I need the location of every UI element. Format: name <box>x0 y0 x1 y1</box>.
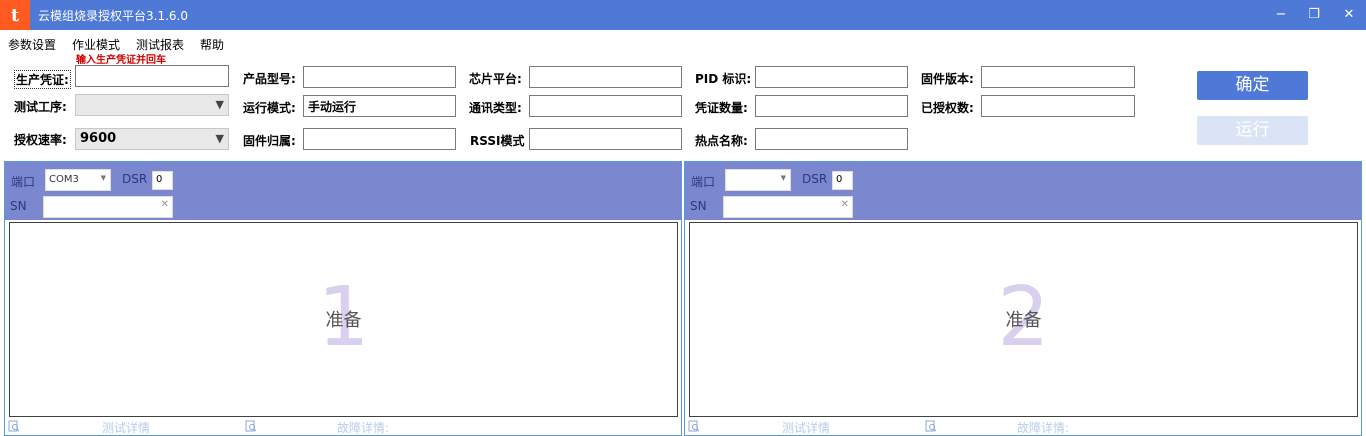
panel-footer: 测试详情 故障详情: <box>685 418 1361 436</box>
app-logo: t <box>0 0 30 30</box>
sn-label: SN <box>10 199 27 213</box>
chip-platform-input[interactable] <box>529 66 682 88</box>
dsr-value: 0 <box>832 171 853 190</box>
dsr-value: 0 <box>152 171 173 190</box>
search-doc-icon[interactable] <box>925 420 937 432</box>
chevron-down-icon: ▼ <box>100 174 106 182</box>
hotspot-name-input[interactable] <box>755 128 908 150</box>
rssi-mode-input[interactable] <box>529 128 682 150</box>
chevron-down-icon: ▼ <box>215 132 224 145</box>
port-label: 端口 <box>691 175 716 189</box>
station-status: 准备 <box>1005 310 1042 331</box>
run-mode-input[interactable]: 手动运行 <box>303 95 456 117</box>
panel-display: 2 准备 <box>689 222 1358 417</box>
clear-icon[interactable]: ✕ <box>161 199 169 210</box>
auth-rate-select[interactable]: 9600 ▼ <box>75 128 229 150</box>
fault-detail-link[interactable]: 故障详情: <box>337 419 389 436</box>
menu-params-settings[interactable]: 参数设置 <box>8 36 56 53</box>
product-model-label: 产品型号: <box>243 72 296 86</box>
sn-label: SN <box>690 199 707 213</box>
menu-help[interactable]: 帮助 <box>200 36 224 53</box>
hotspot-name-label: 热点名称: <box>695 134 748 148</box>
cert-count-input[interactable] <box>755 95 908 117</box>
minimize-button[interactable]: − <box>1272 6 1290 24</box>
panel-display: 1 准备 <box>9 222 678 417</box>
production-cert-label: 生产凭证: <box>14 70 71 89</box>
comm-type-input[interactable] <box>529 95 682 117</box>
chip-platform-label: 芯片平台: <box>469 72 522 86</box>
rssi-mode-label: RSSI模式 <box>470 134 525 148</box>
authorized-count-label: 已授权数: <box>921 101 974 115</box>
search-doc-icon[interactable] <box>688 420 700 432</box>
test-process-label: 测试工序: <box>14 100 67 114</box>
pid-input[interactable] <box>755 66 908 88</box>
clear-icon[interactable]: ✕ <box>841 199 849 210</box>
title-bar: t 云模组烧录授权平台3.1.6.0 − ❐ ✕ <box>0 0 1366 30</box>
product-model-input[interactable] <box>303 66 456 88</box>
auth-rate-value: 9600 <box>80 131 117 146</box>
production-cert-input[interactable] <box>75 65 229 87</box>
station-panel-1: 端口 COM3 ▼ DSR 0 SN ✕ 1 准备 测试详情 故障详情: <box>4 161 682 436</box>
search-doc-icon[interactable] <box>245 420 257 432</box>
fault-detail-link[interactable]: 故障详情: <box>1017 419 1069 436</box>
test-process-select[interactable]: ▼ <box>75 94 229 116</box>
port-label: 端口 <box>11 175 36 189</box>
panel-header: 端口 COM3 ▼ DSR 0 SN ✕ <box>5 162 681 220</box>
panel-header: 端口 ▼ DSR 0 SN ✕ <box>685 162 1361 220</box>
firmware-owner-input[interactable] <box>303 128 456 150</box>
test-detail-link[interactable]: 测试详情 <box>102 419 150 436</box>
test-detail-link[interactable]: 测试详情 <box>782 419 830 436</box>
restore-button[interactable]: ❐ <box>1305 6 1323 24</box>
firmware-owner-label: 固件归属: <box>243 134 296 148</box>
cert-hint: 输入生产凭证并回车 <box>76 55 166 66</box>
auth-rate-label: 授权速率: <box>14 133 67 147</box>
authorized-count-input[interactable] <box>981 95 1135 117</box>
firmware-version-input[interactable] <box>981 66 1135 88</box>
panel-footer: 测试详情 故障详情: <box>5 418 681 436</box>
run-mode-label: 运行模式: <box>243 101 296 115</box>
port-value: COM3 <box>49 174 79 185</box>
port-select[interactable]: ▼ <box>725 169 791 191</box>
cert-count-label: 凭证数量: <box>695 101 748 115</box>
firmware-version-label: 固件版本: <box>921 72 974 86</box>
search-doc-icon[interactable] <box>8 420 20 432</box>
sn-input[interactable]: ✕ <box>43 196 173 218</box>
confirm-button[interactable]: 确定 <box>1197 71 1308 100</box>
chevron-down-icon: ▼ <box>780 174 786 182</box>
window-title: 云模组烧录授权平台3.1.6.0 <box>38 9 188 23</box>
station-status: 准备 <box>325 310 362 331</box>
dsr-label: DSR <box>122 172 148 186</box>
close-button[interactable]: ✕ <box>1340 6 1358 24</box>
pid-label: PID 标识: <box>695 72 752 86</box>
run-button[interactable]: 运行 <box>1197 116 1308 145</box>
chevron-down-icon: ▼ <box>215 98 224 111</box>
sn-input[interactable]: ✕ <box>723 196 853 218</box>
comm-type-label: 通讯类型: <box>469 101 522 115</box>
station-panel-2: 端口 ▼ DSR 0 SN ✕ 2 准备 测试详情 故障详情: <box>684 161 1362 436</box>
dsr-label: DSR <box>802 172 828 186</box>
port-select[interactable]: COM3 ▼ <box>45 169 111 191</box>
